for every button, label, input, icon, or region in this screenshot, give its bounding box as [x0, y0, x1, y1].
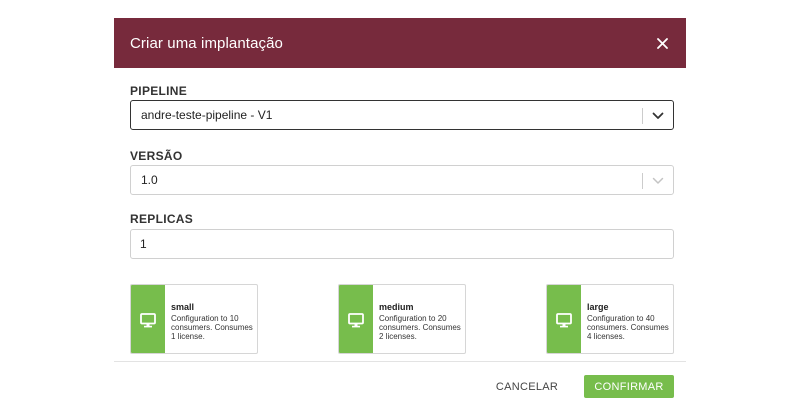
monitor-icon — [348, 312, 364, 327]
config-card-name: large — [587, 302, 609, 312]
config-card-medium[interactable]: medium Configuration to 20 consumers. Co… — [338, 284, 466, 354]
config-card-icon-box — [547, 285, 581, 353]
modal-title: Criar uma implantação — [130, 34, 283, 52]
config-card-body: large Configuration to 40 consumers. Con… — [587, 302, 671, 341]
chevron-down-icon[interactable] — [651, 109, 665, 123]
version-select[interactable]: 1.0 — [130, 165, 674, 195]
config-card-large[interactable]: large Configuration to 40 consumers. Con… — [546, 284, 674, 354]
config-card-icon-box — [131, 285, 165, 353]
pipeline-select-separator — [642, 108, 643, 124]
cancel-button[interactable]: CANCELAR — [488, 375, 566, 398]
config-card-description: Configuration to 20 consumers. Consumes … — [379, 314, 461, 341]
config-card-description: Configuration to 10 consumers. Consumes … — [171, 314, 253, 341]
create-deployment-modal: Criar uma implantação PIPELINE andre-tes… — [114, 18, 686, 420]
pipeline-select[interactable]: andre-teste-pipeline - V1 — [130, 100, 674, 130]
chevron-down-icon[interactable] — [651, 174, 665, 188]
config-card-description: Configuration to 40 consumers. Consumes … — [587, 314, 669, 341]
config-card-name: medium — [379, 302, 414, 312]
modal-header: Criar uma implantação — [114, 18, 686, 68]
config-card-small[interactable]: small Configuration to 10 consumers. Con… — [130, 284, 258, 354]
config-card-icon-box — [339, 285, 373, 353]
config-card-body: medium Configuration to 20 consumers. Co… — [379, 302, 463, 341]
config-card-name: small — [171, 302, 195, 312]
footer-divider — [114, 361, 686, 362]
replicas-input[interactable] — [130, 229, 674, 259]
version-label: VERSÃO — [130, 149, 183, 163]
pipeline-select-value: andre-teste-pipeline - V1 — [141, 108, 273, 122]
confirm-button[interactable]: CONFIRMAR — [584, 375, 674, 398]
monitor-icon — [140, 312, 156, 327]
config-card-body: small Configuration to 10 consumers. Con… — [171, 302, 255, 341]
pipeline-label: PIPELINE — [130, 84, 188, 98]
replicas-label: REPLICAS — [130, 212, 194, 226]
close-button[interactable] — [652, 33, 672, 53]
version-select-value: 1.0 — [141, 173, 158, 187]
close-icon — [656, 37, 668, 49]
monitor-icon — [556, 312, 572, 327]
version-select-separator — [642, 173, 643, 189]
